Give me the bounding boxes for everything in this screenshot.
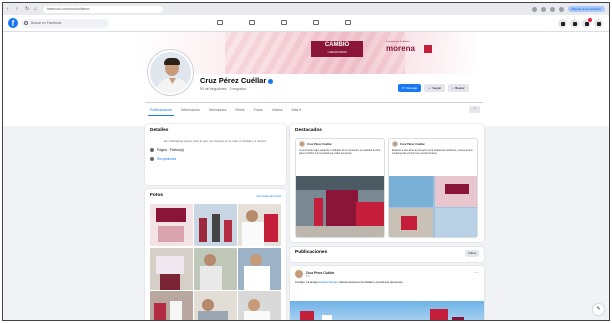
profile-avatar[interactable] [148, 50, 193, 95]
tab-more[interactable]: Más ▾ [290, 106, 304, 116]
page-category-row: Página · Político(a) [150, 148, 281, 153]
photo-thumbnail[interactable] [194, 291, 237, 320]
extensions-icon[interactable] [558, 6, 564, 12]
post-text: Contigo, mi amiga Ariadna Montiel. Vamos… [295, 280, 404, 284]
tab-mentions[interactable]: Menciones [207, 106, 228, 116]
profile-header: CAMBIO Y RESULTADOS La esperanza de Méxi… [3, 32, 609, 126]
profile-name: Cruz Pérez Cuéllar [200, 76, 274, 85]
tab-about[interactable]: Información [179, 106, 202, 116]
search-profile-button[interactable]: ⌕ Buscar [448, 84, 469, 92]
marketplace-nav-icon[interactable] [312, 18, 320, 27]
cover-party-tagline: La esperanza de México [386, 41, 410, 43]
notifications-icon[interactable] [582, 18, 592, 28]
featured-item[interactable]: Cruz Pérez Cuéllar Estamos a dos años de… [388, 138, 478, 238]
profile-actions: ✉ Mensaje ✓ Seguir ⌕ Buscar [398, 84, 469, 92]
post-card: Cruz Pérez Cuéllar 1 h ··· Contigo, mi a… [290, 266, 484, 320]
featured-author: Cruz Pérez Cuéllar [400, 142, 425, 146]
account-avatar[interactable] [594, 19, 603, 28]
gaming-nav-icon[interactable] [344, 18, 352, 27]
featured-title: Destacados [295, 128, 322, 133]
photo-thumbnail[interactable] [238, 247, 281, 290]
details-card: Detalles En Chihuahua quiero todo lo que… [145, 124, 286, 185]
facebook-top-nav: f Buscar en Facebook [3, 15, 609, 32]
message-button[interactable]: ✉ Mensaje [398, 84, 422, 92]
home-nav-icon[interactable] [216, 18, 224, 27]
featured-text: Lo prometido sigue pasando: el sábado 11… [299, 149, 381, 156]
follow-button[interactable]: ✓ Seguir [424, 84, 446, 92]
author-avatar [392, 141, 398, 147]
featured-text: Estamos a dos años del proyecto de la ci… [392, 149, 473, 156]
post-image[interactable] [290, 301, 484, 320]
photo-thumbnail[interactable] [194, 247, 237, 290]
photo-thumbnail[interactable] [150, 204, 193, 246]
video-nav-icon[interactable] [280, 18, 288, 27]
browser-toolbar: ‹ › ↻ ⌂ facebook.com/cruzfcuellarmx Paus… [3, 3, 609, 15]
tab-photos[interactable]: Fotos [252, 106, 265, 116]
back-icon[interactable]: ‹ [7, 6, 12, 12]
post-header: Cruz Pérez Cuéllar 1 h [295, 270, 479, 278]
featured-card: Destacados Cruz Pérez Cuéllar Lo prometi… [290, 124, 484, 242]
tab-reels[interactable]: Reels [233, 106, 246, 116]
message-icon: ✉ [402, 86, 405, 90]
reload-icon[interactable]: ↻ [25, 6, 30, 12]
search-icon [24, 21, 28, 25]
messenger-icon[interactable] [570, 19, 579, 28]
post-options-icon[interactable]: ··· [474, 270, 479, 276]
photo-thumbnail[interactable] [238, 291, 281, 320]
facebook-logo[interactable]: f [8, 18, 18, 28]
tab-posts[interactable]: Publicaciones [148, 106, 175, 116]
star-icon [150, 157, 154, 162]
home-icon[interactable]: ⌂ [34, 6, 39, 12]
see-all-photos-link[interactable]: Ver todas las fotos [256, 194, 281, 198]
zoom-icon[interactable] [540, 6, 546, 12]
header-divider [145, 102, 483, 103]
followers-count: 50 mil seguidores · 3 seguidos [200, 87, 246, 91]
photo-thumbnail[interactable] [238, 204, 281, 246]
cover-cambio-banner: CAMBIO Y RESULTADOS [311, 41, 363, 57]
tab-videos[interactable]: Videos [270, 106, 285, 116]
rating-row[interactable]: Sin opiniones [150, 157, 281, 162]
search-placeholder: Buscar en Facebook [31, 21, 62, 25]
more-options-button[interactable]: ··· [469, 106, 480, 113]
sync-paused-button[interactable]: Pausar sincronización [567, 6, 605, 12]
translate-icon[interactable] [531, 6, 537, 12]
address-bar[interactable]: facebook.com/cruzfcuellarmx [43, 5, 163, 13]
photo-grid [150, 204, 281, 320]
details-title: Detalles [150, 128, 169, 133]
details-description: En Chihuahua quiero todo lo que me impor… [164, 139, 267, 143]
featured-item[interactable]: Cruz Pérez Cuéllar Lo prometido sigue pa… [295, 138, 385, 238]
posts-header-card: Publicaciones Filtros [290, 247, 484, 262]
photo-thumbnail[interactable] [150, 291, 193, 320]
verified-badge-icon [268, 78, 274, 84]
menu-grid-icon[interactable] [558, 19, 567, 28]
follow-icon: ✓ [428, 86, 431, 90]
photos-card: Fotos Ver todas las fotos [145, 189, 286, 320]
photo-thumbnail[interactable] [150, 247, 193, 290]
post-author[interactable]: Cruz Pérez Cuéllar [306, 271, 334, 275]
mention-link[interactable]: Ariadna Montiel [318, 280, 337, 284]
search-input[interactable]: Buscar en Facebook [21, 19, 109, 28]
account-icons [558, 18, 603, 28]
featured-image [296, 176, 384, 237]
posts-title: Publicaciones [295, 250, 328, 255]
cover-party-logo: morena [386, 44, 415, 53]
filters-button[interactable]: Filtros [465, 250, 479, 257]
featured-author: Cruz Pérez Cuéllar [307, 142, 332, 146]
friends-nav-icon[interactable] [248, 18, 256, 27]
cover-party-mark [424, 45, 432, 53]
info-icon [150, 148, 154, 153]
forward-icon[interactable]: › [16, 6, 21, 12]
photo-thumbnail[interactable] [194, 204, 237, 246]
featured-items: Cruz Pérez Cuéllar Lo prometido sigue pa… [295, 138, 478, 238]
magnifier-icon: ⌕ [452, 86, 454, 90]
browser-window: ‹ › ↻ ⌂ facebook.com/cruzfcuellarmx Paus… [2, 2, 610, 321]
post-time[interactable]: 1 h [306, 275, 334, 278]
profile-tabs: Publicaciones Información Menciones Reel… [148, 106, 303, 116]
chat-compose-icon[interactable]: ✎ [593, 304, 604, 315]
main-nav-icons [216, 18, 352, 27]
post-author-avatar[interactable] [295, 270, 303, 278]
featured-image [389, 176, 477, 237]
bookmark-icon[interactable] [549, 6, 555, 12]
author-avatar [299, 141, 305, 147]
